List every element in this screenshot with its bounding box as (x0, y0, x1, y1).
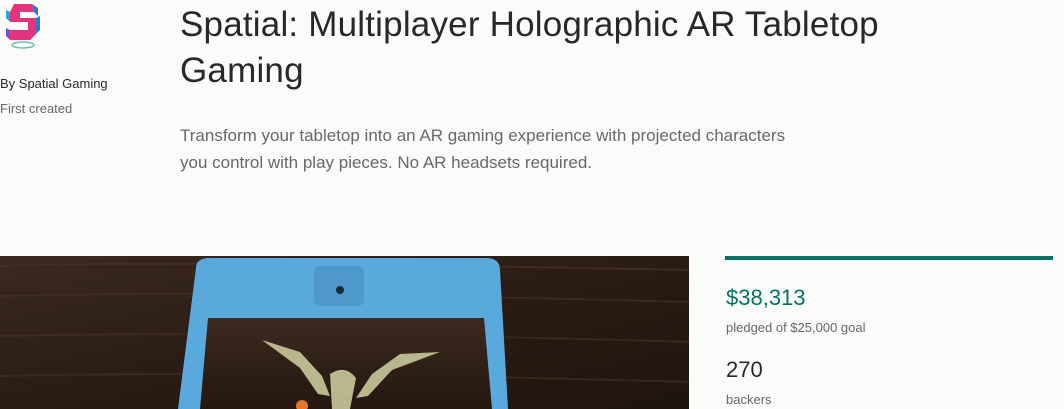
page-title: Spatial: Multiplayer Holographic AR Tabl… (180, 5, 879, 90)
spatial-s-logo-icon (6, 4, 40, 49)
backers-label: backers (726, 392, 772, 407)
funding-progress-bar (725, 256, 1053, 260)
backers-count: 270 (726, 357, 763, 382)
pledged-amount: $38,313 (726, 285, 806, 310)
first-created-label: First created (0, 101, 73, 116)
pledged-goal-label: pledged of $25,000 goal (726, 320, 866, 335)
creator-avatar[interactable] (4, 0, 42, 50)
hero-image (0, 256, 689, 409)
creator-name[interactable]: By Spatial Gaming (0, 76, 108, 91)
project-blurb: Transform your tabletop into an AR gamin… (180, 126, 786, 172)
project-hero-video[interactable] (0, 256, 689, 409)
